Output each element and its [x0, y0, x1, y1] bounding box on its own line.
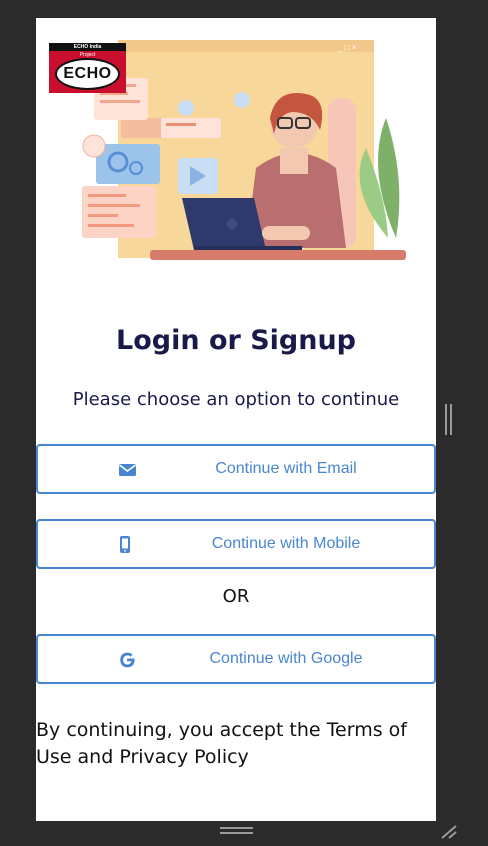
continue-with-email-button[interactable]: Continue with Email — [36, 444, 436, 494]
continue-with-mobile-button[interactable]: Continue with Mobile — [36, 519, 436, 569]
email-button-label: Continue with Email — [215, 460, 357, 477]
google-button-label: Continue with Google — [209, 650, 363, 667]
mobile-phone-icon — [120, 536, 130, 553]
terms-notice: By continuing, you accept the Terms of U… — [36, 719, 407, 768]
echo-logo: ECHO India Project ECHO — [49, 43, 126, 93]
continue-with-google-button[interactable]: Continue with Google — [36, 634, 436, 684]
vertical-resize-handle[interactable] — [445, 404, 452, 435]
hero-illustration: _ □ × ECHO India Project ECHO — [36, 18, 436, 260]
svg-text:_ □ ×: _ □ × — [337, 43, 357, 52]
logo-wordmark: ECHO — [55, 58, 120, 90]
page-subtitle: Please choose an option to continue — [72, 389, 400, 410]
app-frame: _ □ × ECHO India Project ECHO Login or S… — [36, 18, 436, 821]
resize-grip-icon[interactable] — [440, 824, 458, 840]
logo-caption: ECHO India — [49, 43, 126, 51]
horizontal-resize-handle[interactable] — [220, 827, 253, 837]
or-divider: OR — [222, 586, 250, 607]
envelope-icon — [119, 464, 136, 476]
mobile-button-label: Continue with Mobile — [211, 535, 361, 552]
google-icon — [120, 652, 135, 668]
page-title: Login or Signup — [115, 325, 357, 356]
